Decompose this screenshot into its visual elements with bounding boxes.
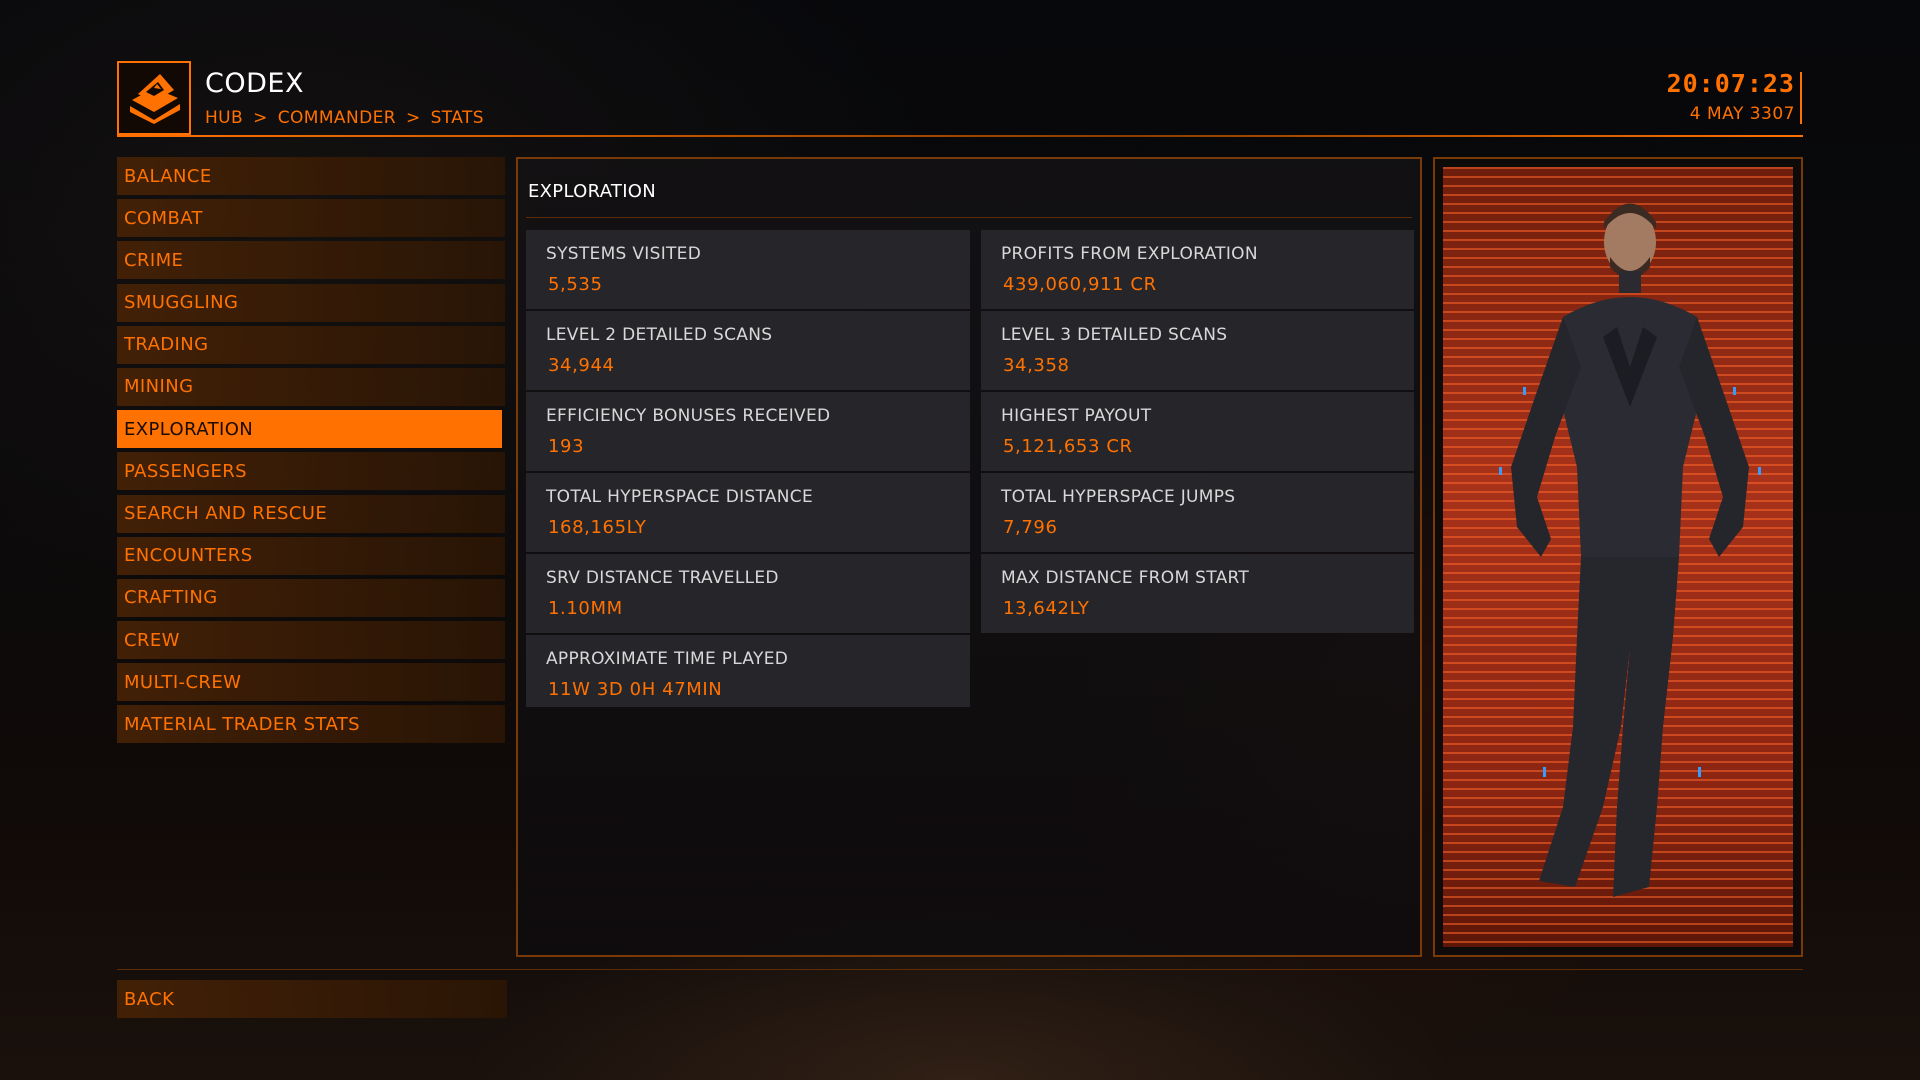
stat-value: 168,165LY — [548, 517, 647, 538]
breadcrumb: HUB > COMMANDER > STATS — [205, 108, 484, 128]
stat-value: 1.10MM — [548, 598, 623, 619]
stat-label: MAX DISTANCE FROM START — [1001, 568, 1250, 588]
stat-value: 34,944 — [548, 355, 615, 376]
breadcrumb-hub[interactable]: HUB — [205, 108, 243, 128]
stats-category-sidebar: BALANCE COMBAT CRIME SMUGGLING TRADING M… — [117, 157, 505, 748]
stat-card: PROFITS FROM EXPLORATION 439,060,911 CR — [981, 230, 1414, 309]
stat-card: EFFICIENCY BONUSES RECEIVED 193 — [526, 392, 970, 471]
stat-card: APPROXIMATE TIME PLAYED 11W 3D 0H 47MIN — [526, 635, 970, 707]
stat-value: 13,642LY — [1003, 598, 1090, 619]
stat-card: HIGHEST PAYOUT 5,121,653 CR — [981, 392, 1414, 471]
stat-label: EFFICIENCY BONUSES RECEIVED — [546, 406, 831, 426]
stat-value: 193 — [548, 436, 585, 457]
commander-figure — [1499, 203, 1761, 897]
sidebar-item-material-trader-stats[interactable]: MATERIAL TRADER STATS — [117, 705, 505, 744]
section-title: EXPLORATION — [528, 181, 657, 202]
sidebar-item-balance[interactable]: BALANCE — [117, 157, 505, 195]
page-title: CODEX — [205, 68, 304, 99]
codex-book-icon — [117, 61, 191, 135]
sidebar-item-exploration[interactable]: EXPLORATION — [117, 410, 502, 449]
codex-stats-screen: CODEX HUB > COMMANDER > STATS 20:07:23 4… — [0, 0, 1920, 1080]
stat-label: PROFITS FROM EXPLORATION — [1001, 244, 1258, 264]
stat-card: SYSTEMS VISITED 5,535 — [526, 230, 970, 309]
stat-label: SRV DISTANCE TRAVELLED — [546, 568, 779, 588]
stat-card: SRV DISTANCE TRAVELLED 1.10MM — [526, 554, 970, 633]
stat-value: 5,535 — [548, 274, 603, 295]
commander-portrait-panel — [1433, 157, 1803, 957]
stat-value: 439,060,911 CR — [1003, 274, 1157, 295]
sidebar-item-encounters[interactable]: ENCOUNTERS — [117, 536, 505, 575]
stat-label: TOTAL HYPERSPACE DISTANCE — [546, 487, 814, 507]
sidebar-item-multi-crew[interactable]: MULTI-CREW — [117, 663, 505, 702]
stat-value: 34,358 — [1003, 355, 1070, 376]
game-date: 4 MAY 3307 — [1689, 104, 1795, 124]
breadcrumb-separator: > — [253, 108, 268, 128]
sidebar-item-combat[interactable]: COMBAT — [117, 199, 505, 238]
back-button[interactable]: BACK — [117, 980, 507, 1018]
stat-value: 11W 3D 0H 47MIN — [548, 679, 723, 700]
breadcrumb-commander[interactable]: COMMANDER — [278, 108, 396, 128]
stat-label: LEVEL 2 DETAILED SCANS — [546, 325, 773, 345]
stat-card: LEVEL 3 DETAILED SCANS 34,358 — [981, 311, 1414, 390]
sidebar-item-trading[interactable]: TRADING — [117, 325, 505, 364]
sidebar-item-search-and-rescue[interactable]: SEARCH AND RESCUE — [117, 494, 505, 533]
sidebar-item-smuggling[interactable]: SMUGGLING — [117, 283, 505, 322]
breadcrumb-stats: STATS — [430, 108, 484, 128]
stat-label: LEVEL 3 DETAILED SCANS — [1001, 325, 1228, 345]
breadcrumb-separator: > — [405, 108, 421, 128]
stat-card: MAX DISTANCE FROM START 13,642LY — [981, 554, 1414, 633]
exploration-stats-panel: EXPLORATION SYSTEMS VISITED 5,535 PROFIT… — [516, 157, 1422, 957]
sidebar-item-passengers[interactable]: PASSENGERS — [117, 452, 505, 491]
sidebar-item-crew[interactable]: CREW — [117, 621, 505, 660]
stat-value: 7,796 — [1003, 517, 1058, 538]
sidebar-item-crime[interactable]: CRIME — [117, 241, 505, 280]
header-divider — [1800, 72, 1802, 124]
stat-label: TOTAL HYPERSPACE JUMPS — [1001, 487, 1236, 507]
footer-divider — [117, 969, 1803, 970]
stat-card: TOTAL HYPERSPACE DISTANCE 168,165LY — [526, 473, 970, 552]
stat-label: HIGHEST PAYOUT — [1001, 406, 1152, 426]
stat-label: SYSTEMS VISITED — [546, 244, 702, 264]
sidebar-item-mining[interactable]: MINING — [117, 367, 505, 406]
section-divider — [526, 217, 1412, 218]
header-rule — [117, 135, 1803, 137]
sidebar-item-crafting[interactable]: CRAFTING — [117, 578, 505, 617]
game-clock: 20:07:23 — [1666, 69, 1795, 98]
stat-value: 5,121,653 CR — [1003, 436, 1133, 457]
stat-label: APPROXIMATE TIME PLAYED — [546, 649, 789, 669]
stat-card: LEVEL 2 DETAILED SCANS 34,944 — [526, 311, 970, 390]
stat-card: TOTAL HYPERSPACE JUMPS 7,796 — [981, 473, 1414, 552]
